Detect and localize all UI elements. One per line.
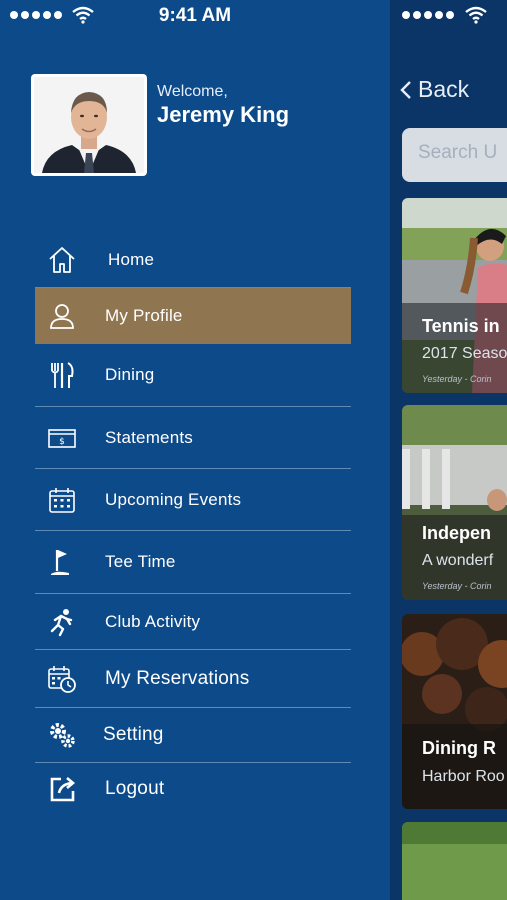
user-name: Jeremy King xyxy=(157,102,290,127)
card-title: Indepen xyxy=(422,523,492,543)
menu-item-my-profile[interactable]: My Profile xyxy=(35,288,351,344)
status-bar: 9:41 AM xyxy=(0,0,390,34)
side-drawer: 9:41 AM Welcome, Jeremy King Home My Pro… xyxy=(0,0,390,900)
card-subtitle: Harbor Roo xyxy=(422,768,505,785)
menu-label-my-profile: My Profile xyxy=(105,306,183,325)
news-card[interactable] xyxy=(402,822,507,900)
dining-icon xyxy=(47,360,77,390)
behind-screen: Back Search U Tennis in 2017 Seaso Yeste… xyxy=(390,0,507,900)
menu-item-setting[interactable]: Setting xyxy=(35,708,351,763)
menu-label-club-activity: Club Activity xyxy=(105,611,201,631)
status-time: 9:41 AM xyxy=(158,5,232,26)
welcome-label: Welcome, xyxy=(157,83,228,100)
menu-label-setting: Setting xyxy=(103,724,164,745)
card-meta: Yesterday - Corin xyxy=(422,374,492,384)
menu-item-statements[interactable]: $ Statements xyxy=(35,407,351,469)
menu-label-upcoming-events: Upcoming Events xyxy=(105,489,242,509)
menu-item-home[interactable]: Home xyxy=(35,232,351,288)
back-label: Back xyxy=(418,76,470,102)
avatar[interactable] xyxy=(31,74,147,176)
menu-item-my-reservations[interactable]: My Reservations xyxy=(35,650,351,708)
menu-label-dining: Dining xyxy=(105,365,155,384)
menu-label-tee-time: Tee Time xyxy=(105,552,176,571)
menu-item-upcoming-events[interactable]: Upcoming Events xyxy=(35,469,351,531)
calendar-icon xyxy=(47,485,77,515)
golf-flag-icon xyxy=(47,547,77,577)
menu-label-statements: Statements xyxy=(105,427,193,447)
runner-icon xyxy=(47,607,77,637)
card-image xyxy=(402,405,507,600)
logout-icon xyxy=(47,774,77,804)
menu-label-home: Home xyxy=(108,249,155,269)
card-image xyxy=(402,822,507,900)
back-button[interactable]: Back xyxy=(400,76,469,103)
svg-text:$: $ xyxy=(59,437,65,447)
wifi-icon xyxy=(465,6,487,24)
menu-label-logout: Logout xyxy=(105,778,165,799)
nav-menu: Home My Profile Dining $ Statements Upco… xyxy=(35,232,351,815)
chevron-left-icon xyxy=(400,80,411,99)
card-subtitle: 2017 Seaso xyxy=(422,345,507,362)
menu-item-club-activity[interactable]: Club Activity xyxy=(35,594,351,650)
person-icon xyxy=(47,301,77,331)
calendar-clock-icon xyxy=(47,664,77,694)
news-card[interactable]: Indepen A wonderf Yesterday - Corin xyxy=(402,405,507,600)
card-subtitle: A wonderf xyxy=(422,552,494,569)
menu-label-my-reservations: My Reservations xyxy=(105,667,250,689)
news-card[interactable]: Tennis in 2017 Seaso Yesterday - Corin xyxy=(402,198,507,393)
card-title: Tennis in xyxy=(422,316,500,336)
menu-item-dining[interactable]: Dining xyxy=(35,344,351,407)
search-input[interactable]: Search U xyxy=(402,128,507,182)
profile-photo xyxy=(34,77,144,173)
home-icon xyxy=(47,245,77,275)
menu-item-logout[interactable]: Logout xyxy=(35,763,351,815)
gears-icon xyxy=(47,720,77,750)
menu-item-tee-time[interactable]: Tee Time xyxy=(35,531,351,594)
card-meta: Yesterday - Corin xyxy=(422,581,492,591)
signal-icon xyxy=(402,11,454,19)
card-title: Dining R xyxy=(422,738,496,758)
news-card[interactable]: Dining R Harbor Roo xyxy=(402,614,507,809)
card-image xyxy=(402,198,507,393)
statement-icon: $ xyxy=(47,423,77,453)
